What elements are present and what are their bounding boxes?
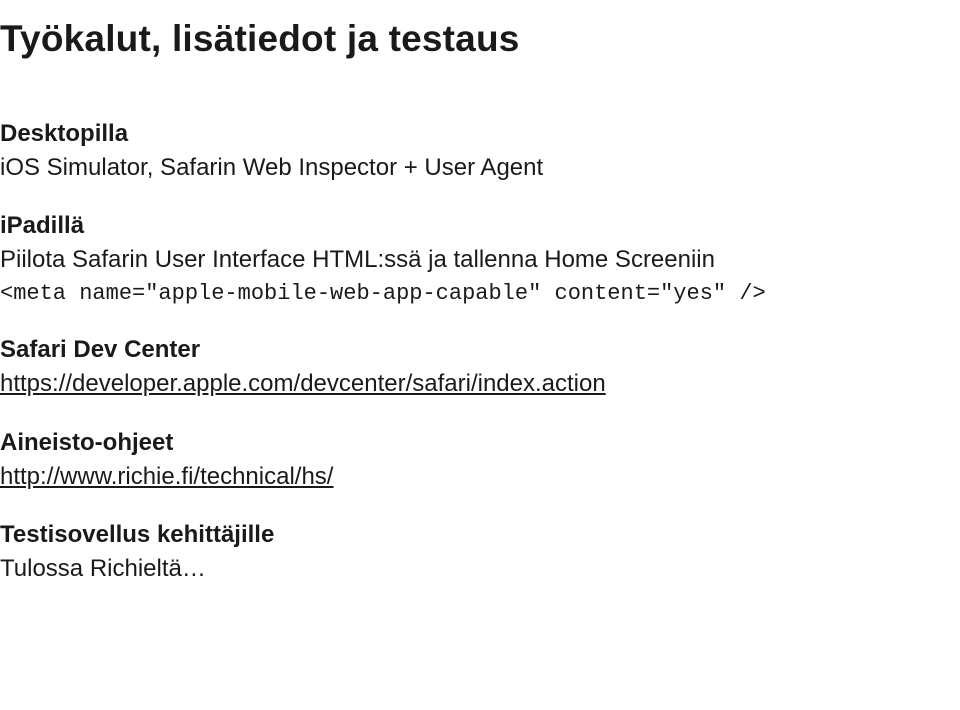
- heading-safari: Safari Dev Center: [0, 336, 960, 364]
- page-title: Työkalut, lisätiedot ja testaus: [0, 18, 960, 60]
- code-ipad-meta: <meta name="apple-mobile-web-app-capable…: [0, 279, 960, 309]
- text-ipad: Piilota Safarin User Interface HTML:ssä …: [0, 244, 960, 276]
- section-aineisto-ohjeet: Aineisto-ohjeet http://www.richie.fi/tec…: [0, 429, 960, 493]
- link-aineisto-ohjeet[interactable]: http://www.richie.fi/technical/hs/: [0, 463, 333, 490]
- section-testisovellus: Testisovellus kehittäjille Tulossa Richi…: [0, 521, 960, 585]
- text-testisovellus: Tulossa Richieltä…: [0, 553, 960, 585]
- heading-aineisto: Aineisto-ohjeet: [0, 429, 960, 457]
- link-safari-dev-center[interactable]: https://developer.apple.com/devcenter/sa…: [0, 370, 606, 397]
- document-page: Työkalut, lisätiedot ja testaus Desktopi…: [0, 0, 960, 586]
- heading-ipad: iPadillä: [0, 212, 960, 240]
- section-ipad: iPadillä Piilota Safarin User Interface …: [0, 212, 960, 308]
- heading-desktop: Desktopilla: [0, 120, 960, 148]
- section-desktop: Desktopilla iOS Simulator, Safarin Web I…: [0, 120, 960, 184]
- heading-testisovellus: Testisovellus kehittäjille: [0, 521, 960, 549]
- text-desktop: iOS Simulator, Safarin Web Inspector + U…: [0, 152, 960, 184]
- section-safari-dev-center: Safari Dev Center https://developer.appl…: [0, 336, 960, 400]
